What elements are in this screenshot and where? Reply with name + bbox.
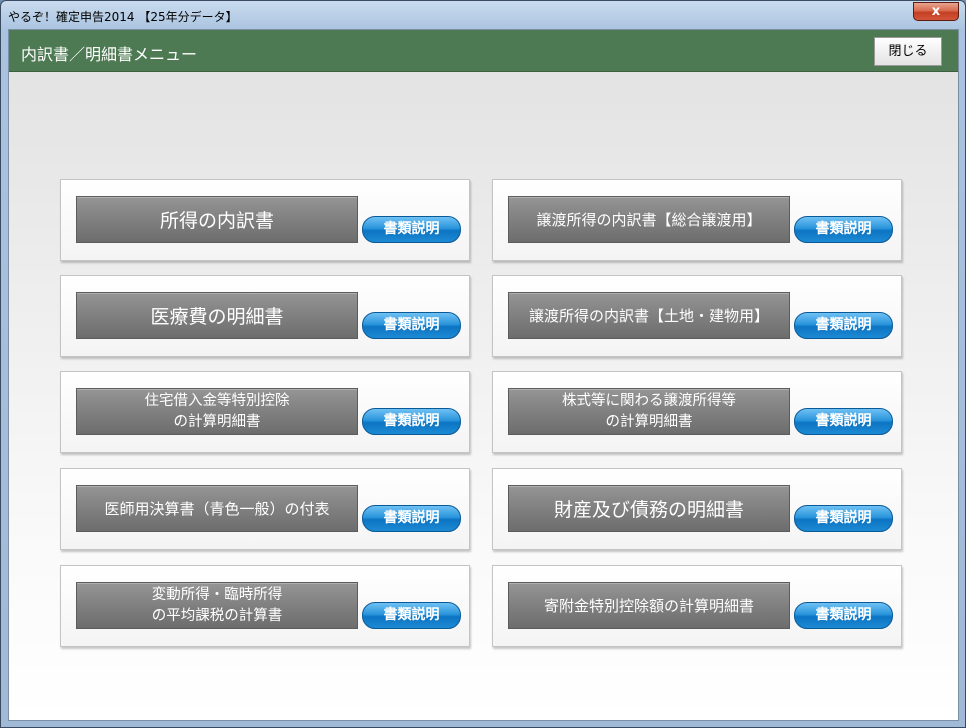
- app-window: やるぞ！確定申告2014 【25年分データ】 x 内訳書／明細書メニュー 閉じる…: [0, 0, 966, 728]
- averaged-taxation-info-button[interactable]: 書類説明: [362, 602, 461, 629]
- donation-deduction-button[interactable]: 寄附金特別控除額の計算明細書: [508, 582, 790, 629]
- assets-liabilities-button[interactable]: 財産及び債務の明細書: [508, 485, 790, 532]
- medical-expenses-button[interactable]: 医療費の明細書: [76, 292, 358, 339]
- medical-expenses-info-button[interactable]: 書類説明: [362, 312, 461, 339]
- housing-loan-deduction-button[interactable]: 住宅借入金等特別控除 の計算明細書: [76, 388, 358, 435]
- card-medical-expenses: 医療費の明細書 書類説明: [60, 275, 470, 357]
- menu-header: 内訳書／明細書メニュー 閉じる: [9, 30, 958, 72]
- card-donation-deduction: 寄附金特別控除額の計算明細書 書類説明: [492, 565, 902, 647]
- card-assets-liabilities: 財産及び債務の明細書 書類説明: [492, 468, 902, 550]
- doctor-settlement-appendix-button[interactable]: 医師用決算書（青色一般）の付表: [76, 485, 358, 532]
- button-label-line2: の計算明細書: [173, 413, 261, 430]
- page-title: 内訳書／明細書メニュー: [21, 45, 198, 64]
- button-label-line1: 住宅借入金等特別控除: [144, 392, 290, 409]
- transfer-income-land-info-button[interactable]: 書類説明: [794, 312, 893, 339]
- card-stock-transfer-income: 株式等に関わる譲渡所得等 の計算明細書 書類説明: [492, 371, 902, 453]
- transfer-income-general-button[interactable]: 譲渡所得の内訳書【総合譲渡用】: [508, 196, 790, 243]
- window-title: やるぞ！確定申告2014 【25年分データ】: [8, 10, 238, 24]
- income-breakdown-button[interactable]: 所得の内訳書: [76, 196, 358, 243]
- transfer-income-land-button[interactable]: 譲渡所得の内訳書【土地・建物用】: [508, 292, 790, 339]
- donation-deduction-info-button[interactable]: 書類説明: [794, 602, 893, 629]
- button-label: 医療費の明細書: [150, 306, 284, 328]
- doctor-settlement-appendix-info-button[interactable]: 書類説明: [362, 505, 461, 532]
- button-label-line1: 株式等に関わる譲渡所得等: [562, 392, 736, 409]
- button-label: 譲渡所得の内訳書【総合譲渡用】: [536, 211, 762, 229]
- button-label: 所得の内訳書: [159, 210, 274, 232]
- income-breakdown-info-button[interactable]: 書類説明: [362, 216, 461, 243]
- card-transfer-income-land: 譲渡所得の内訳書【土地・建物用】 書類説明: [492, 275, 902, 357]
- card-averaged-taxation: 変動所得・臨時所得 の平均課税の計算書 書類説明: [60, 565, 470, 647]
- assets-liabilities-info-button[interactable]: 書類説明: [794, 505, 893, 532]
- averaged-taxation-button[interactable]: 変動所得・臨時所得 の平均課税の計算書: [76, 582, 358, 629]
- close-button[interactable]: 閉じる: [874, 37, 942, 66]
- button-label: 医師用決算書（青色一般）の付表: [104, 500, 330, 518]
- card-housing-loan-deduction: 住宅借入金等特別控除 の計算明細書 書類説明: [60, 371, 470, 453]
- client-area: 内訳書／明細書メニュー 閉じる 所得の内訳書 書類説明 医療費の明細書 書類説明: [8, 29, 959, 721]
- button-label-line1: 変動所得・臨時所得: [151, 586, 283, 603]
- stock-transfer-income-info-button[interactable]: 書類説明: [794, 408, 893, 435]
- card-transfer-income-general: 譲渡所得の内訳書【総合譲渡用】 書類説明: [492, 179, 902, 261]
- stock-transfer-income-button[interactable]: 株式等に関わる譲渡所得等 の計算明細書: [508, 388, 790, 435]
- card-income-breakdown: 所得の内訳書 書類説明: [60, 179, 470, 261]
- button-label: 財産及び債務の明細書: [553, 499, 744, 521]
- window-close-button[interactable]: x: [913, 2, 959, 21]
- card-doctor-settlement-appendix: 医師用決算書（青色一般）の付表 書類説明: [60, 468, 470, 550]
- menu-content: 所得の内訳書 書類説明 医療費の明細書 書類説明 住宅借入金等特別控除 の計算明…: [9, 72, 958, 720]
- button-label: 寄附金特別控除額の計算明細書: [543, 597, 754, 615]
- button-label-line2: の計算明細書: [605, 413, 693, 430]
- title-bar[interactable]: やるぞ！確定申告2014 【25年分データ】 x: [1, 1, 965, 29]
- transfer-income-general-info-button[interactable]: 書類説明: [794, 216, 893, 243]
- button-label-line2: の平均課税の計算書: [151, 607, 283, 624]
- housing-loan-deduction-info-button[interactable]: 書類説明: [362, 408, 461, 435]
- button-label: 譲渡所得の内訳書【土地・建物用】: [528, 307, 769, 325]
